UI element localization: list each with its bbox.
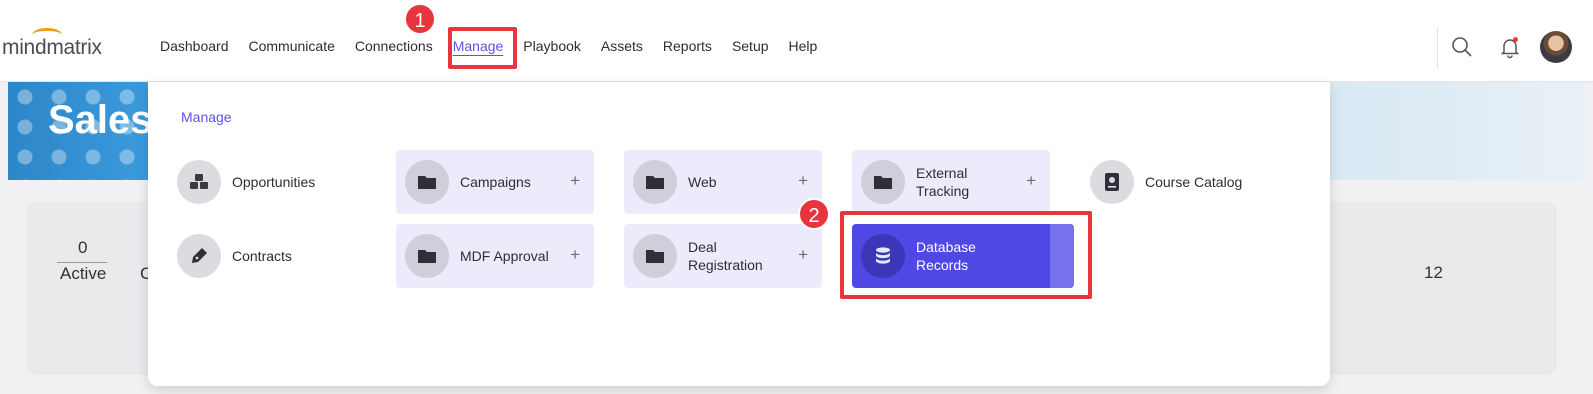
header-divider [1437,28,1438,68]
book-icon [1090,160,1134,204]
folder-icon [405,160,449,204]
manage-dropdown-menu: Manage Opportunities Campaigns + Web + E… [148,82,1330,386]
add-campaign-button[interactable]: + [570,171,580,191]
nav-dashboard[interactable]: Dashboard [160,38,229,54]
label-line-1: External [916,165,968,181]
folder-icon [405,234,449,278]
mindmatrix-logo[interactable]: mindmatrix [2,28,102,60]
folder-icon [633,160,677,204]
add-web-button[interactable]: + [798,171,808,191]
nav-playbook[interactable]: Playbook [523,38,581,54]
menu-item-campaigns[interactable]: Campaigns + [396,150,594,214]
step-2-badge: 2 [798,198,830,230]
menu-item-deal-registration[interactable]: Deal Registration + [624,224,822,288]
bell-icon[interactable] [1498,35,1522,59]
menu-item-label: External Tracking [916,164,969,200]
add-deal-registration-button[interactable]: + [798,245,808,265]
nav-reports[interactable]: Reports [663,38,712,54]
menu-item-label: Course Catalog [1145,174,1243,190]
menu-item-label: MDF Approval [460,248,549,264]
menu-item-contracts[interactable]: Contracts [168,224,368,288]
user-avatar[interactable] [1540,31,1572,63]
menu-item-course-catalog[interactable]: Course Catalog [1081,150,1281,214]
add-mdf-approval-button[interactable]: + [570,245,580,265]
menu-item-label: Campaigns [460,174,531,190]
nav-communicate[interactable]: Communicate [249,38,335,54]
annotation-box-manage [448,27,517,69]
menu-item-label: Opportunities [232,174,316,190]
step-1-badge: 1 [404,3,436,35]
nav-setup[interactable]: Setup [732,38,769,54]
folder-icon [633,234,677,278]
nav-connections[interactable]: Connections [355,38,433,54]
page-title: Sales [48,98,153,142]
menu-item-label: Deal Registration [688,238,763,274]
menu-item-label: Web [688,174,717,190]
top-navbar: mindmatrix Dashboard Communicate Connect… [0,0,1593,82]
active-label: Active [60,264,107,283]
cubes-icon [177,160,221,204]
menu-item-external-tracking[interactable]: External Tracking + [852,150,1050,214]
nav-help[interactable]: Help [789,38,818,54]
stat-divider [57,262,107,263]
menu-item-label: Contracts [232,248,292,264]
add-external-tracking-button[interactable]: + [1026,171,1036,191]
active-count[interactable]: 0 [78,238,87,258]
search-icon[interactable] [1450,35,1474,59]
menu-item-mdf-approval[interactable]: MDF Approval + [396,224,594,288]
label-line-2: Registration [688,257,763,273]
annotation-box-database-records [840,211,1092,299]
menu-item-web[interactable]: Web + [624,150,822,214]
right-stat-count[interactable]: 12 [1424,263,1443,283]
menu-title: Manage [181,109,232,125]
folder-icon [861,160,905,204]
pen-icon [177,234,221,278]
label-line-2: Tracking [916,183,970,199]
label-line-1: Deal [688,239,717,255]
nav-assets[interactable]: Assets [601,38,643,54]
logo-swoosh-icon [32,28,62,42]
menu-item-opportunities[interactable]: Opportunities [168,150,368,214]
